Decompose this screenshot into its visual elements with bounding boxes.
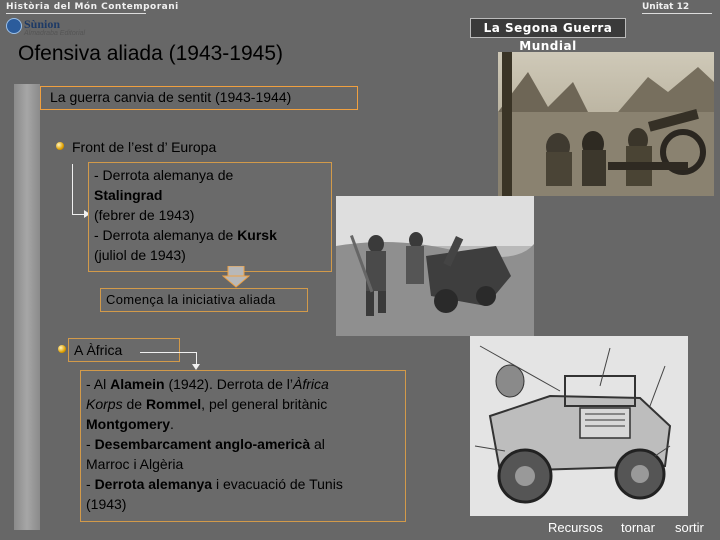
africa-line-6-pre: - — [86, 476, 95, 492]
africa-line-3: Montgomery. — [86, 414, 404, 434]
korps-term: Korps — [86, 396, 123, 412]
africa-line-5: Marroc i Algèria — [86, 456, 184, 472]
montgomery-term: Montgomery — [86, 416, 170, 432]
east-line-3: (febrer de 1943) — [94, 207, 195, 223]
publisher-logo: Sùnion Almadraba Editorial — [6, 16, 86, 38]
rommel-term: Rommel — [145, 396, 202, 412]
down-arrow-icon — [221, 265, 251, 288]
east-front-text: - Derrota alemanya de Stalingrad (febrer… — [94, 165, 330, 265]
east-line-1: - Derrota alemanya de — [94, 167, 234, 183]
africa-line-2-post: , pel general britànic — [201, 396, 328, 412]
page-title: Ofensiva aliada (1943-1945) — [18, 42, 284, 65]
initiative-text: Comença la iniciativa aliada — [106, 292, 276, 307]
german-defeat-term: Derrota alemanya — [94, 476, 213, 492]
logo-subtitle: Almadraba Editorial — [24, 30, 86, 37]
landing-term: Desembarcament anglo-americà — [94, 436, 311, 452]
exit-link[interactable]: sortir — [675, 520, 704, 535]
arrow-connector — [72, 164, 73, 214]
globe-icon — [6, 18, 22, 34]
africa-italic-term: Àfrica — [293, 376, 329, 392]
east-line-4-text: - Derrota alemanya de — [94, 227, 238, 243]
africa-label: A Àfrica — [74, 342, 123, 358]
africa-line-2-mid: de — [122, 396, 146, 412]
africa-line-1-post: (1942). Derrota de l’ — [164, 376, 293, 392]
alamein-term: Alamein — [110, 376, 165, 392]
resources-link[interactable]: Recursos — [548, 520, 603, 535]
africa-line-1: - Al Alamein (1942). Derrota de l’Àfrica — [86, 374, 404, 394]
east-line-4: - Derrota alemanya de Kursk — [94, 225, 330, 245]
unit-label[interactable]: Unitat 12 — [642, 2, 689, 12]
breadcrumb-underline — [6, 13, 146, 14]
soldiers-with-cannon-photo — [498, 52, 714, 196]
africa-line-2: Korps de Rommel, pel general britànic — [86, 394, 404, 414]
africa-line-4-post: al — [310, 436, 325, 452]
africa-line-7: (1943) — [86, 496, 127, 512]
africa-line-4: - Desembarcament anglo-americà al — [86, 434, 404, 454]
africa-text: - Al Alamein (1942). Derrota de l’Àfrica… — [86, 374, 404, 514]
battlefield-wreckage-photo — [336, 196, 534, 336]
section-title: La Segona Guerra Mundial — [470, 18, 626, 53]
subtitle: La guerra canvia de sentit (1943-1944) — [50, 89, 292, 105]
breadcrumb[interactable]: Història del Món Contemporani — [6, 2, 179, 12]
east-line-5: (juliol de 1943) — [94, 247, 186, 263]
military-jeep-illustration — [470, 336, 688, 516]
stalingrad-term: Stalingrad — [94, 187, 163, 203]
left-decor-bar — [14, 84, 40, 530]
bullet-icon — [58, 345, 66, 353]
africa-line-3-post: . — [170, 416, 174, 432]
east-front-label: Front de l’est d’ Europa — [72, 139, 217, 155]
arrow-connector — [140, 352, 196, 353]
africa-line-6-post: i evacuació de Tunis — [212, 476, 343, 492]
east-line-2: Stalingrad — [94, 185, 330, 205]
africa-line-4-pre: - — [86, 436, 95, 452]
bullet-icon — [56, 142, 64, 150]
back-link[interactable]: tornar — [621, 520, 655, 535]
africa-line-1-pre: - Al — [86, 376, 111, 392]
kursk-term: Kursk — [237, 227, 277, 243]
unit-underline — [642, 13, 712, 14]
africa-line-6: - Derrota alemanya i evacuació de Tunis — [86, 474, 404, 494]
